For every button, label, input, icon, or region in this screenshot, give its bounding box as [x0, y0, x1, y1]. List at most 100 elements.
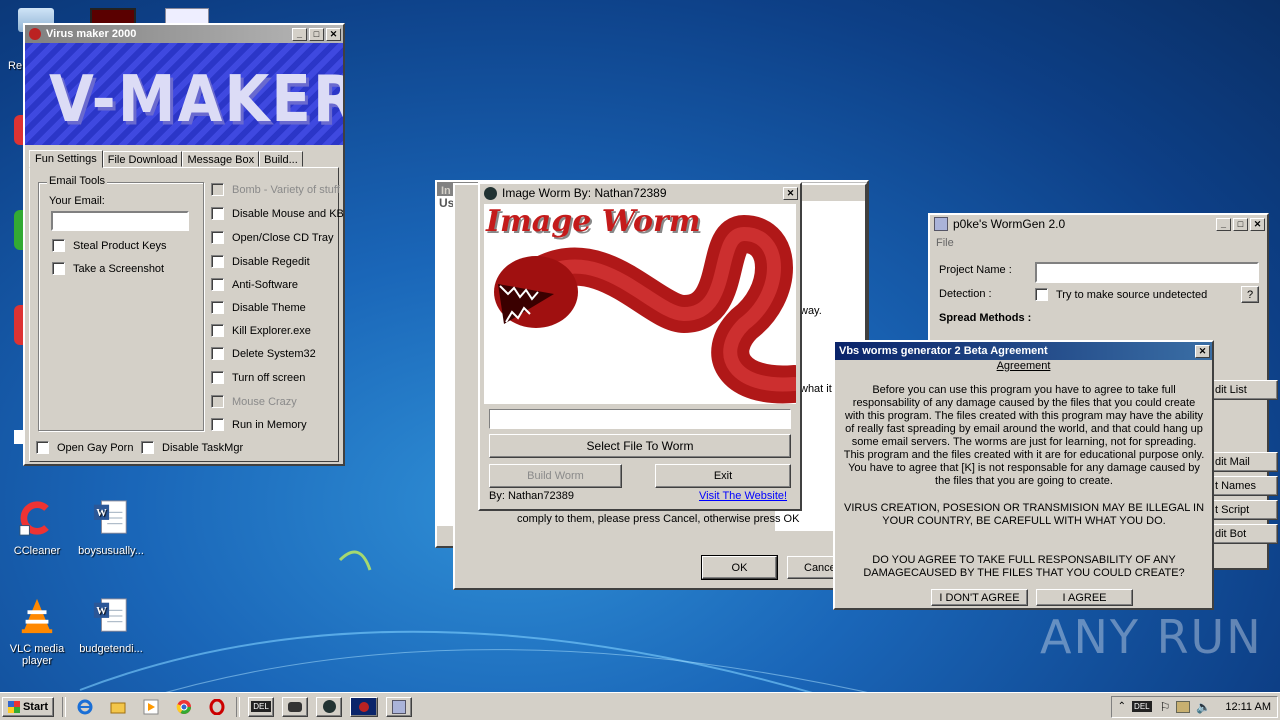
- desktop-icon-vlc[interactable]: VLC media player: [2, 596, 72, 667]
- tray-expand-icon[interactable]: ⌃: [1118, 701, 1126, 712]
- taskbar-separator: [236, 696, 240, 717]
- taskbar: Start DEL ⌃ DEL ⚐ 🔈 12:11 AM: [0, 692, 1280, 720]
- desktop-icon-boysusually[interactable]: W boysusually...: [76, 498, 146, 557]
- imageworm-window: Image Worm By: Nathan72389 ✕ Image Worm …: [478, 182, 802, 511]
- project-name-field[interactable]: [1035, 262, 1259, 283]
- flag-icon[interactable]: ⚐: [1160, 700, 1171, 714]
- close-icon[interactable]: ✕: [1195, 344, 1210, 358]
- binoculars-task-button[interactable]: [282, 696, 308, 717]
- desktop-icon-label: CCleaner: [13, 545, 61, 557]
- close-icon[interactable]: ✕: [783, 186, 798, 200]
- tray-del-icon[interactable]: DEL: [1132, 701, 1152, 712]
- checkbox-label: Open/Close CD Tray: [232, 231, 334, 244]
- cd-tray-checkbox[interactable]: Open/Close CD Tray: [211, 231, 333, 244]
- email-tools-group: Email Tools Your Email: Steal Product Ke…: [38, 175, 204, 431]
- edit-script-button[interactable]: t Script: [1212, 500, 1278, 520]
- delete-system32-checkbox[interactable]: Delete System32: [211, 347, 316, 360]
- vmaker-tab-panel: Email Tools Your Email: Steal Product Ke…: [29, 167, 344, 462]
- turn-off-screen-checkbox[interactable]: Turn off screen: [211, 371, 305, 384]
- agreement-question: DO YOU AGREE TO TAKE FULL RESPONSABILITY…: [863, 554, 1185, 579]
- close-icon[interactable]: ✕: [326, 27, 341, 41]
- desktop-icon-ccleaner[interactable]: CCleaner: [2, 498, 72, 557]
- edit-bot-button[interactable]: dit Bot: [1212, 524, 1278, 544]
- maximize-icon[interactable]: □: [1233, 217, 1248, 231]
- steal-product-keys-checkbox[interactable]: Steal Product Keys: [52, 239, 167, 252]
- ie-icon[interactable]: [77, 699, 93, 715]
- system-tray: ⌃ DEL ⚐ 🔈 12:11 AM: [1110, 695, 1278, 718]
- agree-button[interactable]: I AGREE: [1036, 589, 1133, 606]
- anti-software-checkbox[interactable]: Anti-Software: [211, 278, 298, 291]
- select-file-button[interactable]: Select File To Worm: [489, 434, 791, 458]
- imageworm-titlebar: Image Worm By: Nathan72389 ✕: [480, 184, 800, 202]
- explorer-icon[interactable]: [110, 699, 126, 715]
- opera-icon[interactable]: [209, 698, 225, 715]
- author-label: By: Nathan72389: [489, 490, 575, 502]
- chrome-icon[interactable]: [176, 699, 192, 715]
- maximize-icon[interactable]: □: [309, 27, 324, 41]
- legal-warning: VIRUS CREATION, POSESION OR TRANSMISION …: [843, 502, 1205, 527]
- undetected-checkbox[interactable]: Try to make source undetected: [1035, 288, 1207, 301]
- edit-mail-button[interactable]: dit Mail: [1212, 452, 1278, 472]
- tab-message-box[interactable]: Message Box: [182, 151, 260, 167]
- binoculars-icon: [288, 701, 302, 712]
- worm-illustration: [494, 214, 796, 404]
- checkbox-label: Disable Regedit: [232, 255, 310, 268]
- website-link[interactable]: Visit The Website!: [699, 490, 787, 502]
- tab-file-download[interactable]: File Download: [102, 151, 183, 167]
- desktop-label-partial: Re: [8, 60, 23, 72]
- del-app-task-button[interactable]: DEL: [248, 696, 274, 717]
- minimize-icon[interactable]: _: [292, 27, 307, 41]
- windows-logo-icon: [7, 700, 20, 713]
- file-path-field[interactable]: [489, 409, 791, 429]
- close-icon[interactable]: ✕: [1250, 217, 1265, 231]
- checkbox-label: Anti-Software: [232, 278, 299, 291]
- mouse-crazy-checkbox[interactable]: Mouse Crazy: [211, 395, 297, 408]
- kill-explorer-checkbox[interactable]: Kill Explorer.exe: [211, 324, 311, 337]
- desktop-icon-label: budgetendi...: [79, 643, 143, 655]
- run-in-memory-checkbox[interactable]: Run in Memory: [211, 418, 307, 431]
- ok-button[interactable]: OK: [701, 555, 778, 580]
- disable-mouse-kb-checkbox[interactable]: Disable Mouse and KB: [211, 207, 344, 220]
- clock[interactable]: 12:11 AM: [1225, 701, 1271, 713]
- project-name-label: Project Name :: [939, 264, 1012, 276]
- bomb-checkbox[interactable]: Bomb - Variety of stuff: [211, 183, 340, 196]
- background-dialog-text-frag: way.: [800, 305, 822, 317]
- disable-taskmgr-checkbox[interactable]: Disable TaskMgr: [141, 441, 243, 454]
- desktop-icon-budgetendi[interactable]: W budgetendi...: [76, 596, 146, 655]
- menu-file[interactable]: File: [936, 237, 954, 249]
- checkbox-label: Disable TaskMgr: [162, 441, 244, 454]
- anyrun-watermark: ANY RUN: [1040, 610, 1263, 664]
- minimize-icon[interactable]: _: [1216, 217, 1231, 231]
- media-player-icon[interactable]: [143, 699, 159, 715]
- open-porn-checkbox[interactable]: Open Gay Porn: [36, 441, 133, 454]
- start-button[interactable]: Start: [2, 696, 54, 717]
- imageworm-task-button[interactable]: [316, 696, 342, 717]
- checkbox-label: Steal Product Keys: [73, 239, 167, 252]
- wormgen-task-icon: [392, 699, 406, 714]
- help-button[interactable]: ?: [1241, 286, 1259, 303]
- tab-build[interactable]: Build...: [259, 151, 303, 167]
- tab-fun-settings[interactable]: Fun Settings: [29, 150, 103, 168]
- start-label: Start: [22, 700, 49, 713]
- disable-theme-checkbox[interactable]: Disable Theme: [211, 301, 306, 314]
- email-field[interactable]: [51, 211, 189, 231]
- checkbox-label: Take a Screenshot: [73, 262, 165, 275]
- take-screenshot-checkbox[interactable]: Take a Screenshot: [52, 262, 164, 275]
- exit-button[interactable]: Exit: [655, 464, 791, 488]
- vmaker-task-button[interactable]: [350, 696, 378, 717]
- imageworm-title: Image Worm By: Nathan72389: [502, 186, 667, 200]
- checkbox-label: Disable Theme: [232, 301, 306, 314]
- wormgen-task-button[interactable]: [386, 696, 412, 717]
- build-worm-button[interactable]: Build Worm: [489, 464, 622, 488]
- network-icon[interactable]: [1176, 700, 1191, 713]
- vbs-titlebar: Vbs worms generator 2 Beta Agreement ✕: [835, 342, 1212, 360]
- edit-list-button[interactable]: dit List: [1212, 380, 1278, 400]
- vmaker-task-icon: [359, 701, 369, 712]
- disable-regedit-checkbox[interactable]: Disable Regedit: [211, 255, 310, 268]
- vbs-agreement-window: Vbs worms generator 2 Beta Agreement ✕ A…: [833, 340, 1214, 610]
- checkbox-label: Kill Explorer.exe: [232, 324, 311, 337]
- volume-icon[interactable]: 🔈: [1196, 700, 1211, 714]
- edit-names-button[interactable]: t Names: [1212, 476, 1278, 496]
- disagree-button[interactable]: I DON'T AGREE: [931, 589, 1028, 606]
- wormgen-titlebar: p0ke's WormGen 2.0 _ □ ✕: [930, 215, 1267, 233]
